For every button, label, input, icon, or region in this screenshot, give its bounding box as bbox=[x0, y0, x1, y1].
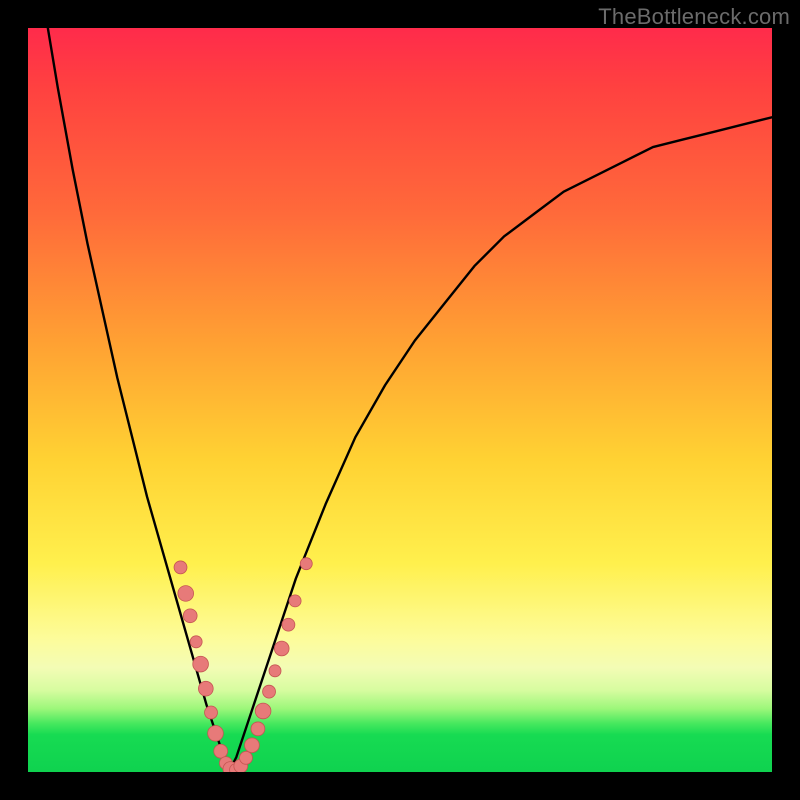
sample-point bbox=[208, 725, 224, 741]
sample-point bbox=[193, 656, 209, 672]
sample-point bbox=[245, 738, 260, 753]
bottleneck-curve bbox=[28, 28, 772, 772]
sample-point bbox=[174, 561, 187, 574]
watermark-text: TheBottleneck.com bbox=[598, 4, 790, 30]
sample-point bbox=[205, 706, 218, 719]
sample-point bbox=[183, 609, 197, 623]
plot-area bbox=[28, 28, 772, 772]
chart-frame: TheBottleneck.com bbox=[0, 0, 800, 800]
sample-point bbox=[255, 703, 271, 719]
sample-point bbox=[263, 685, 276, 698]
sample-point bbox=[190, 636, 202, 648]
sample-point bbox=[214, 744, 228, 758]
sample-point bbox=[282, 618, 295, 631]
sample-point bbox=[274, 641, 289, 656]
sample-point bbox=[300, 558, 312, 570]
sample-point bbox=[240, 751, 253, 764]
sample-point bbox=[251, 722, 265, 736]
sample-point bbox=[178, 586, 194, 602]
curve-layer bbox=[28, 28, 772, 772]
sample-point bbox=[198, 681, 213, 696]
sample-point bbox=[269, 665, 281, 677]
sample-point bbox=[289, 595, 301, 607]
